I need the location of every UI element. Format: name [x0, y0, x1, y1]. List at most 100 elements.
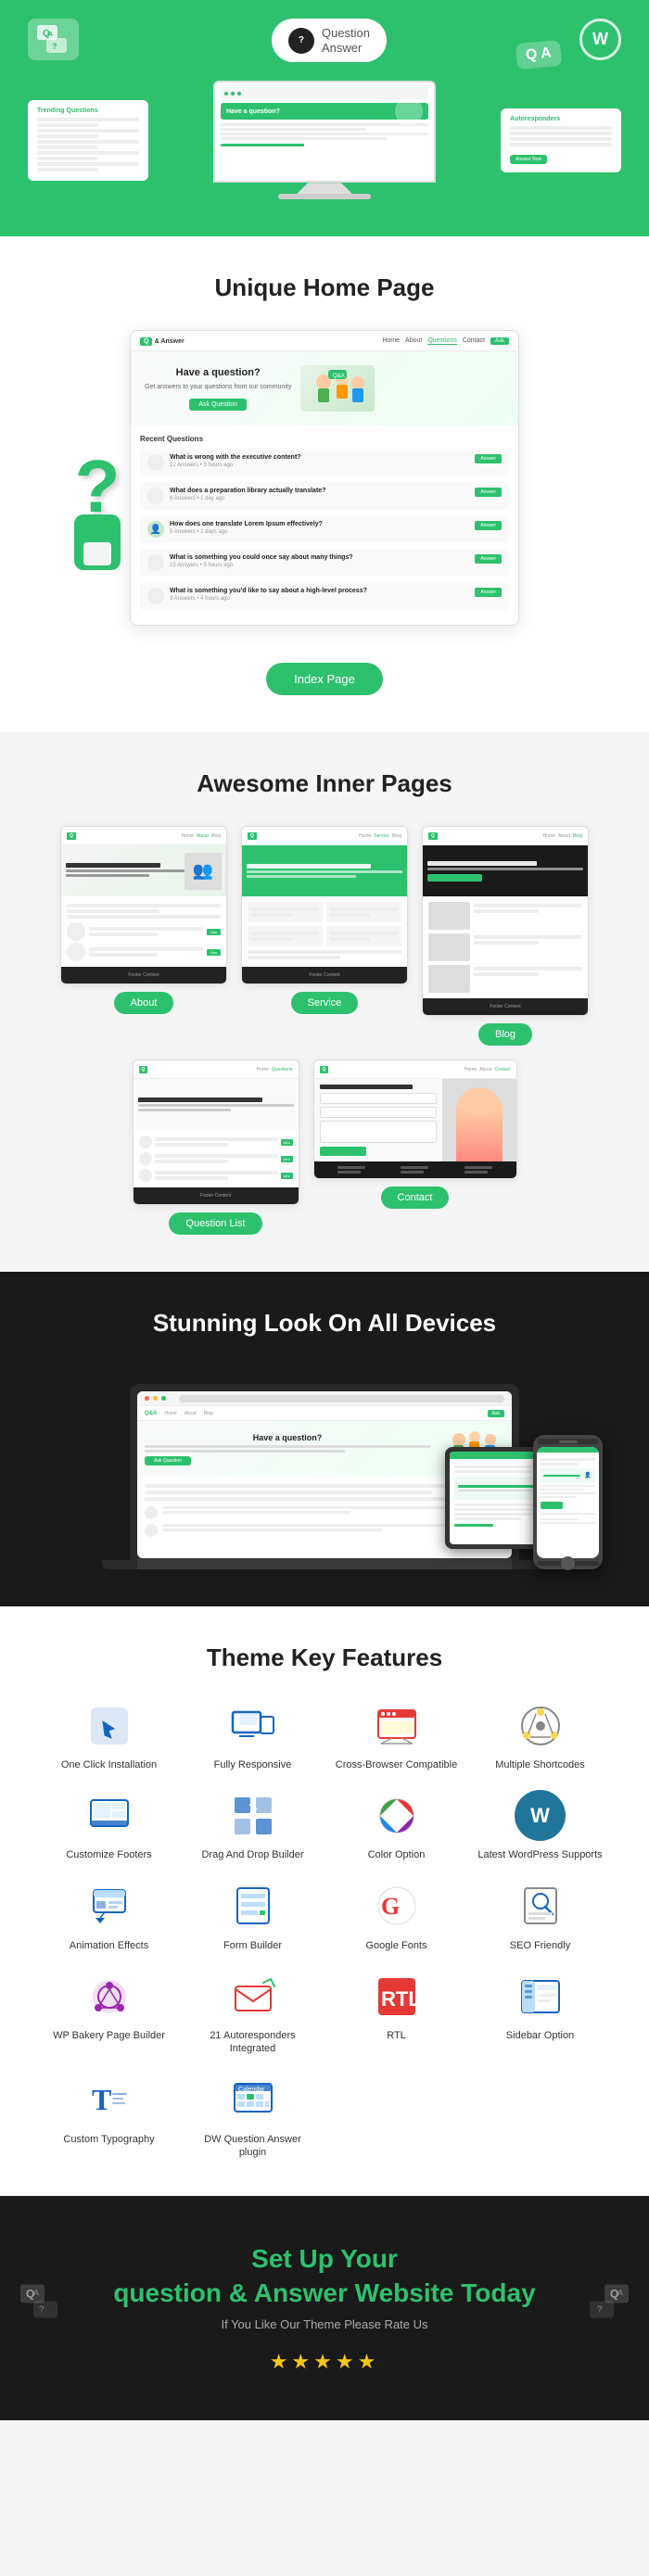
hero-qa-chat-icon: Q A ?: [28, 19, 79, 60]
preview-questions-list: Recent Questions What is wrong with the …: [131, 425, 518, 625]
animation-label: Animation Effects: [70, 1939, 148, 1952]
nav-home: Home: [382, 337, 400, 345]
about-footer: Footer Content: [61, 967, 226, 983]
seo-icon: [515, 1881, 566, 1932]
autoresponders-label: 21 Autoresponders Integrated: [190, 2029, 315, 2056]
monitor-body: [221, 123, 428, 146]
q-title-4: What is something you could once say abo…: [170, 554, 469, 561]
left-card-line-8: [37, 157, 98, 160]
q-meta-2: 8 Answers • 1 day ago: [170, 496, 469, 501]
q-answer-btn-5[interactable]: Answer: [475, 588, 502, 597]
phone-device: 👤: [533, 1435, 603, 1569]
feature-sidebar: Sidebar Option: [477, 1971, 603, 2056]
typography-label: Custom Typography: [63, 2133, 154, 2146]
laptop-chin: [137, 1558, 512, 1569]
qlist-content: Ans Ans Ans: [134, 1130, 299, 1187]
preview-ask-btn[interactable]: Ask Question: [189, 399, 247, 411]
left-card-line-7: [37, 151, 139, 155]
form-label: Form Builder: [223, 1939, 282, 1952]
devices-section: Stunning Look On All Devices Q&A Home Ab…: [0, 1272, 649, 1606]
footers-label: Customize Footers: [66, 1848, 151, 1861]
service-preview: Q Home Service Blog: [241, 826, 408, 984]
svg-text:?: ?: [52, 42, 57, 51]
feature-cross-browser: Cross-Browser Compatible: [334, 1700, 459, 1771]
feature-typography: T Custom Typography: [46, 2075, 172, 2160]
qa-float-badge: Q A: [515, 40, 562, 70]
feature-form: Form Builder: [190, 1881, 315, 1952]
drag-drop-icon: [227, 1790, 278, 1841]
service-btn[interactable]: Service: [291, 992, 359, 1014]
q-meta-4: 15 Answers • 5 hours ago: [170, 563, 469, 568]
monitor-question-bar: Have a question?: [221, 103, 428, 120]
hero-left-card: Trending Questions: [28, 100, 148, 181]
hero-center-monitor: Have a question?: [213, 81, 436, 199]
blog-btn[interactable]: Blog: [478, 1023, 532, 1046]
unique-home-section: Unique Home Page ? Q & Answer Home About…: [0, 236, 649, 732]
rc-green-btn: Answer Now: [510, 155, 547, 164]
left-card-title: Trending Questions: [37, 108, 139, 114]
q-title-1: What is wrong with the executive content…: [170, 454, 469, 461]
features-grid: One Click Installation Fully Responsive: [46, 1700, 603, 2159]
service-logo: Q: [248, 833, 257, 839]
color-icon: [371, 1790, 422, 1841]
about-page-item: Q Home About Blog 👥: [60, 826, 227, 1046]
form-icon: [227, 1881, 278, 1932]
index-page-button[interactable]: Index Page: [266, 663, 383, 695]
q-answer-btn-3[interactable]: Answer: [475, 521, 502, 530]
question-list-btn[interactable]: Question List: [169, 1212, 261, 1235]
rc-line-2: [510, 132, 612, 135]
question-mark-figure: ?: [74, 450, 121, 570]
q-title-3: How does one translate Lorem Ipsum effec…: [170, 521, 469, 527]
q-answer-btn-2[interactable]: Answer: [475, 488, 502, 497]
contact-preview: Q Home About Contact: [313, 1060, 517, 1179]
inner-pages-grid-row1: Q Home About Blog 👥: [46, 826, 603, 1046]
feature-animation: Animation Effects: [46, 1881, 172, 1952]
footers-icon: [83, 1790, 134, 1841]
blog-page-item: Q Home About Blog: [422, 826, 589, 1046]
rtl-label: RTL: [387, 2029, 406, 2042]
color-label: Color Option: [368, 1848, 426, 1861]
wpbakery-label: WP Bakery Page Builder: [53, 2029, 165, 2042]
wordpress-label: Latest WordPress Supports: [477, 1848, 602, 1861]
service-header: Q Home Service Blog: [242, 827, 407, 845]
header-dot: [224, 92, 228, 95]
q-answer-btn-1[interactable]: Answer: [475, 454, 502, 463]
service-nav: Home Service Blog: [359, 833, 401, 839]
cta-section: Q A ? Set Up Your question & Answer Webs…: [0, 2196, 649, 2420]
about-btn[interactable]: About: [114, 992, 174, 1014]
svg-text:A: A: [48, 32, 53, 38]
shortcodes-label: Multiple Shortcodes: [495, 1758, 585, 1771]
preview-hero-illustration: Q&A: [300, 365, 375, 412]
svg-text:A: A: [33, 2289, 39, 2298]
cta-title: Set Up Your question & Answer Website To…: [37, 2242, 612, 2310]
hero-section: Q A ? ? Question Answer W Trending Quest…: [0, 0, 649, 236]
about-nav: Home About Blog: [182, 833, 221, 839]
question-list-page-item: Q Home Questions: [133, 1060, 299, 1235]
qlist-header: Q Home Questions: [134, 1060, 299, 1079]
service-content: [242, 896, 407, 967]
nav-ask-btn[interactable]: Ask: [490, 337, 509, 345]
feature-responsive: Fully Responsive: [190, 1700, 315, 1771]
left-card-line-4: [37, 134, 98, 138]
seo-label: SEO Friendly: [510, 1939, 570, 1952]
q-answer-btn-4[interactable]: Answer: [475, 554, 502, 564]
shortcodes-icon: [515, 1700, 566, 1751]
header-dot-2: [231, 92, 235, 95]
contact-btn[interactable]: Contact: [381, 1186, 450, 1209]
cta-subtitle: If You Like Our Theme Please Rate Us: [37, 2317, 612, 2331]
qlist-logo: Q: [139, 1067, 148, 1072]
preview-hero-area: Have a question? Get answers to your que…: [131, 351, 518, 425]
google-fonts-icon: G: [371, 1881, 422, 1932]
feature-seo: SEO Friendly: [477, 1881, 603, 1952]
nav-questions: Questions: [427, 337, 457, 345]
blog-logo: Q: [428, 833, 438, 839]
unique-home-title: Unique Home Page: [46, 273, 603, 302]
one-click-label: One Click Installation: [61, 1758, 157, 1771]
svg-text:RTL: RTL: [381, 1987, 420, 2011]
about-hero: 👥: [61, 845, 226, 896]
left-card-line-3: [37, 129, 139, 133]
svg-text:A: A: [617, 2289, 623, 2298]
cross-browser-label: Cross-Browser Compatible: [336, 1758, 457, 1771]
responsive-icon: [227, 1700, 278, 1751]
qlist-footer-text: Footer Content: [200, 1193, 231, 1199]
